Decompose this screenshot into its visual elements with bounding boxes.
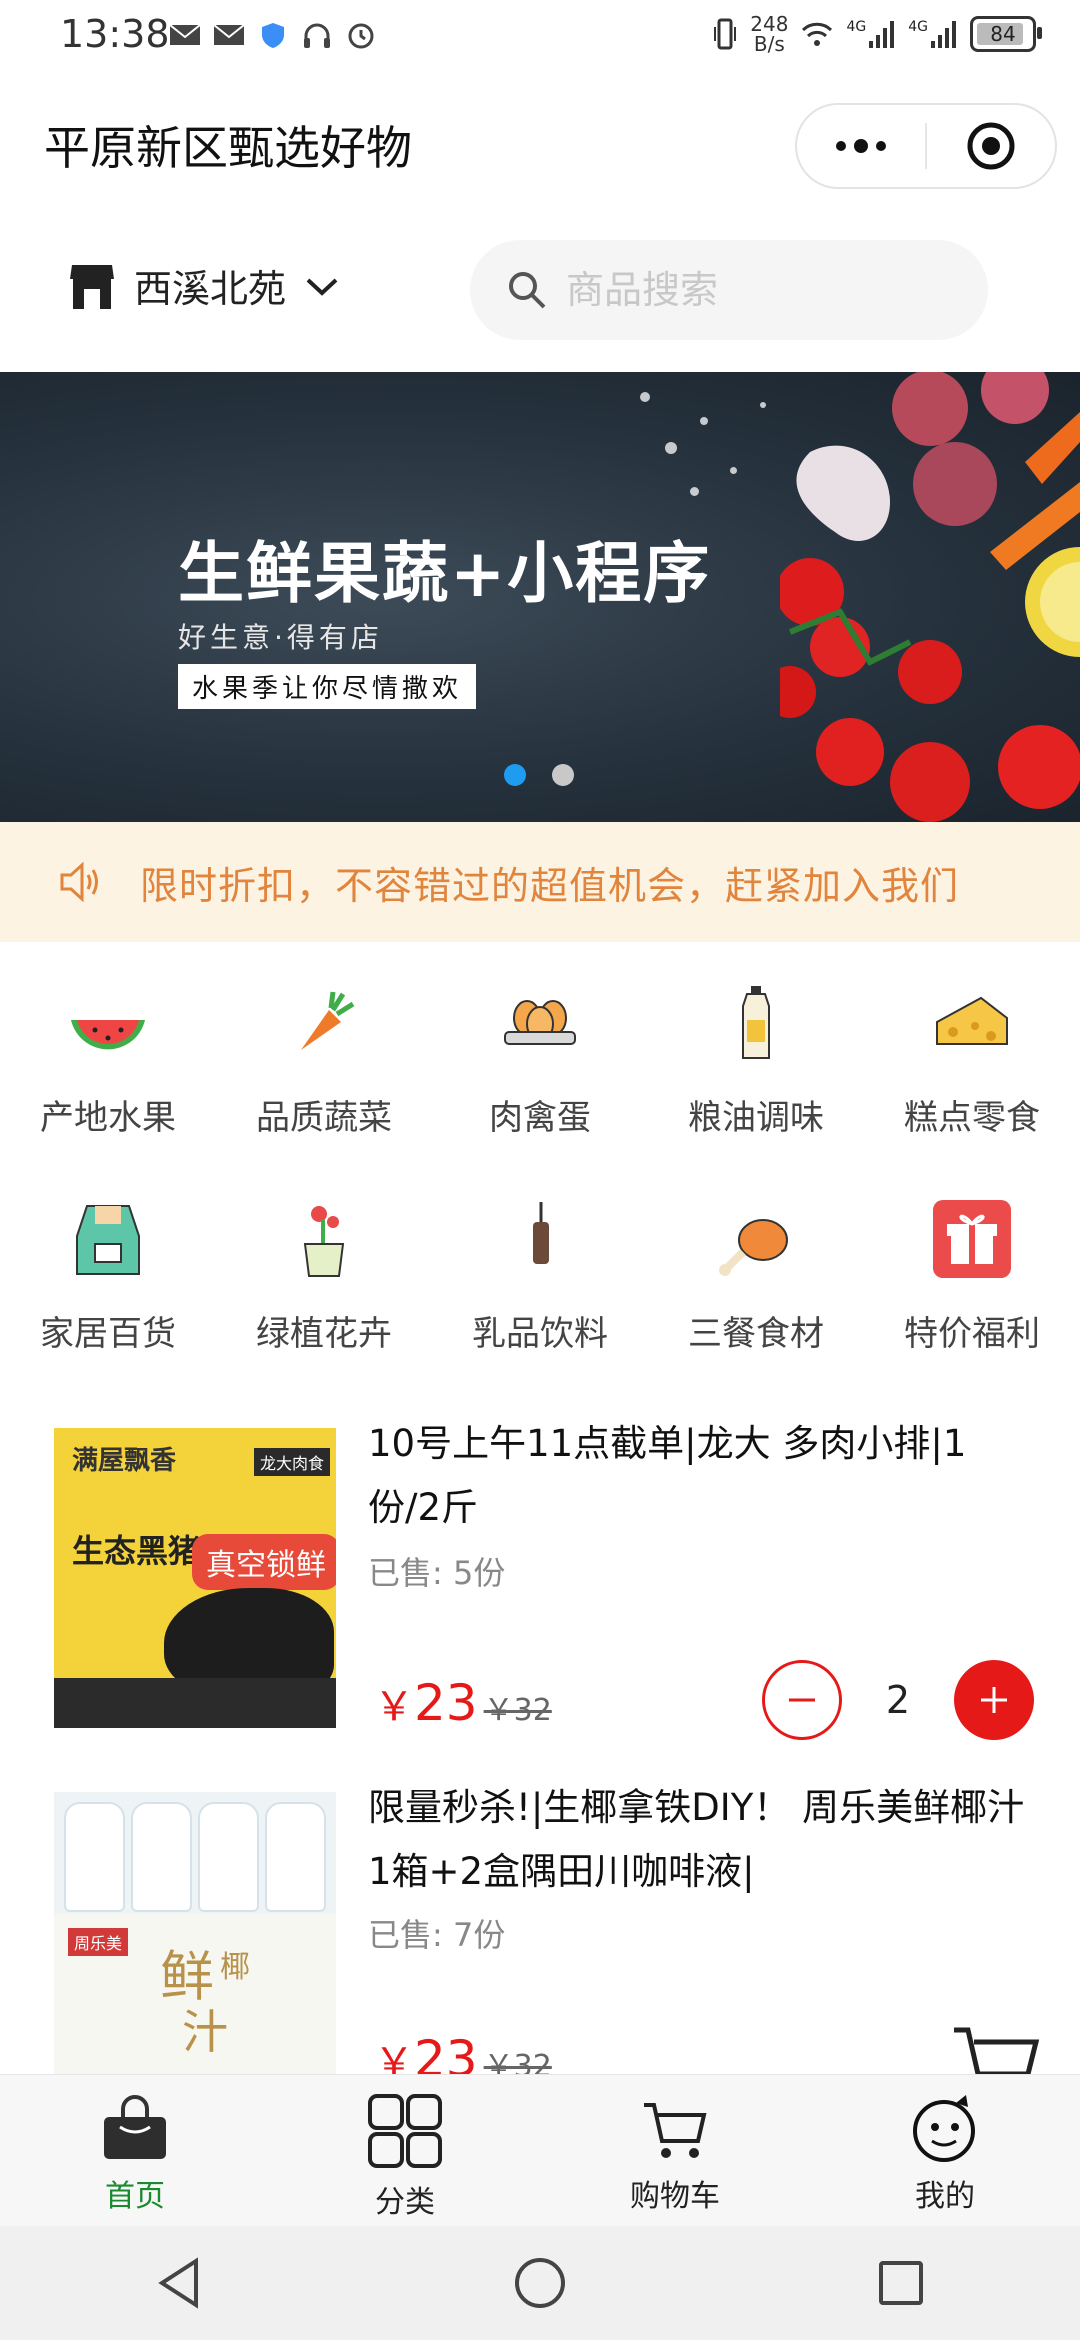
face-icon (913, 2095, 975, 2162)
shield-icon (262, 23, 284, 48)
cheese-icon (936, 996, 1008, 1045)
product-title[interactable]: 限量秒杀!|生椰拿铁DIY！ 周乐美鲜椰汁1箱+2盒隅田川咖啡液| (368, 1776, 1028, 1904)
drink-icon (533, 1202, 549, 1264)
product-title[interactable]: 10号上午11点截单|龙大 多肉小排|1份/2斤 (368, 1412, 1028, 1540)
watermelon-icon (71, 1020, 145, 1050)
store-name: 西溪北苑 (134, 267, 287, 311)
apron-icon (76, 1205, 140, 1275)
product-image[interactable]: 满屋飘香 生态黑猪 龙大肉食 真空锁鲜 (54, 1428, 336, 1728)
headphones-icon (304, 23, 330, 48)
category-fruit[interactable]: 产地水果 (0, 980, 216, 1139)
recents-icon[interactable] (876, 2258, 926, 2308)
chevron-down-icon (306, 278, 338, 296)
search-icon (509, 272, 546, 309)
pagination-dot-active[interactable] (504, 764, 526, 786)
category-household[interactable]: 家居百货 (0, 1196, 216, 1355)
carrot-icon (301, 991, 355, 1050)
oil-bottle-icon (742, 986, 770, 1059)
product-price: ￥23 ￥32 (374, 1674, 552, 1732)
tab-mine[interactable]: 我的 (810, 2075, 1080, 2227)
banner-headline: 生鲜果蔬+小程序 (178, 535, 712, 612)
quantity-stepper: 2 (762, 1660, 1034, 1740)
vegetables-illustration (780, 372, 1080, 822)
mail-icon (213, 24, 245, 45)
category-vegetables[interactable]: 品质蔬菜 (216, 980, 432, 1139)
promo-banner[interactable]: 生鲜果蔬+小程序 好生意·得有店 水果季让你尽情撒欢 (0, 372, 1080, 822)
category-meal-ingredients[interactable]: 三餐食材 (648, 1196, 864, 1355)
network-rate: 248 B/s (750, 12, 789, 56)
product-sold: 已售: 7份 (368, 1916, 506, 1954)
bottom-tab-bar: 首页 分类 购物车 我的 (0, 2074, 1080, 2227)
banner-subtitle: 好生意·得有店 (178, 621, 383, 654)
status-system-icons: 248 B/s 4G 4G 84 (712, 12, 1042, 56)
category-dairy-drinks[interactable]: 乳品饮料 (432, 1196, 648, 1355)
vibrate-icon (714, 18, 737, 50)
quantity-value[interactable]: 2 (868, 1678, 928, 1722)
store-icon (70, 264, 114, 309)
drumstick-icon (719, 1219, 788, 1276)
banner-pagination (504, 764, 574, 786)
gift-icon (933, 1200, 1011, 1278)
notice-text: 限时折扣，不容错过的超值机会，赶紧加入我们 (140, 863, 960, 908)
more-button[interactable] (797, 105, 925, 187)
tab-home[interactable]: 首页 (0, 2075, 270, 2227)
back-icon[interactable] (154, 2255, 204, 2311)
target-icon (967, 122, 1015, 170)
shopping-bag-icon (104, 2095, 166, 2159)
category-snacks[interactable]: 糕点零食 (864, 980, 1080, 1139)
home-icon[interactable] (512, 2255, 568, 2311)
category-grain-oil[interactable]: 粮油调味 (648, 980, 864, 1139)
category-plants[interactable]: 绿植花卉 (216, 1196, 432, 1355)
notice-bar[interactable]: 限时折扣，不容错过的超值机会，赶紧加入我们 (0, 822, 1080, 942)
minus-icon (789, 1698, 815, 1702)
close-miniprogram-button[interactable] (927, 105, 1055, 187)
alarm-icon (348, 23, 374, 49)
speaker-icon (60, 861, 98, 903)
cart-icon (644, 2103, 707, 2158)
search-bar[interactable] (470, 240, 988, 340)
potted-flower-icon (303, 1206, 345, 1277)
store-selector[interactable]: 西溪北苑 (68, 258, 340, 313)
product-image[interactable]: 周乐美 鲜 椰 汁 (54, 1792, 336, 2092)
miniprogram-capsule (795, 103, 1057, 189)
status-bar: 13:38 248 B/s 4G 4G 84 (0, 0, 1080, 80)
tab-category[interactable]: 分类 (270, 2075, 540, 2227)
status-notification-icons (168, 20, 378, 50)
increase-quantity-button[interactable] (954, 1660, 1034, 1740)
pagination-dot[interactable] (552, 764, 574, 786)
page-title: 平原新区甄选好物 (44, 121, 412, 175)
more-dots-icon (836, 139, 886, 153)
signal-strength-icon: 4G (846, 19, 896, 49)
search-input[interactable] (564, 267, 948, 313)
signal-strength-icon: 4G (908, 19, 958, 49)
product-sold: 已售: 5份 (368, 1554, 506, 1592)
original-price: ￥32 (483, 1693, 552, 1728)
category-meat-eggs[interactable]: 肉禽蛋 (432, 980, 648, 1139)
status-time: 13:38 (60, 12, 170, 56)
decrease-quantity-button[interactable] (762, 1660, 842, 1740)
system-navigation-bar (0, 2226, 1080, 2340)
banner-tag: 水果季让你尽情撒欢 (178, 664, 477, 709)
battery-icon: 84 (970, 16, 1042, 52)
category-special-offers[interactable]: 特价福利 (864, 1196, 1080, 1355)
eggs-icon (504, 1000, 576, 1045)
mail-icon (169, 24, 201, 45)
plus-icon (981, 1687, 1007, 1713)
tab-cart[interactable]: 购物车 (540, 2075, 810, 2227)
grid-icon (368, 2094, 442, 2168)
wifi-icon (802, 22, 833, 46)
